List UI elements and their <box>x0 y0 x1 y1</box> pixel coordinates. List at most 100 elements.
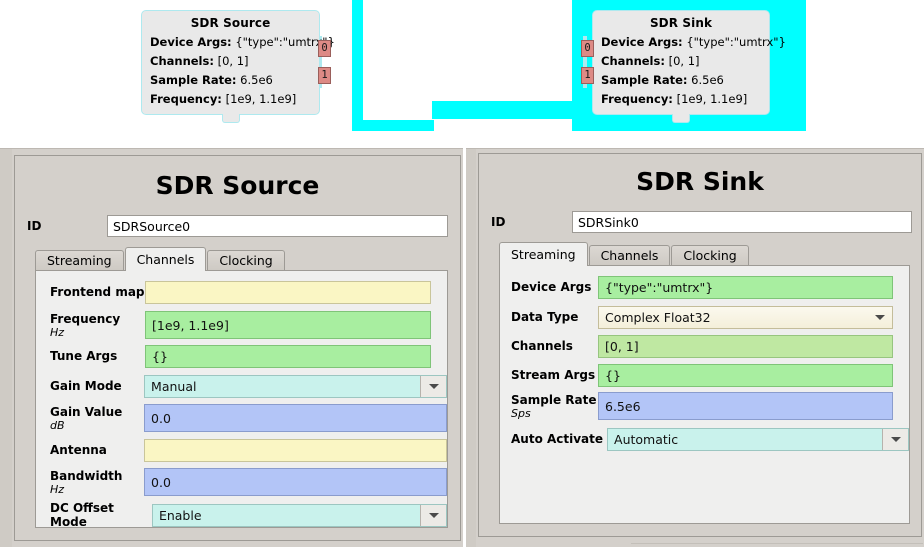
chevron-down-icon[interactable] <box>882 429 908 450</box>
source-id-input[interactable] <box>107 215 448 237</box>
source-id-label: ID <box>15 219 107 233</box>
property-input-frequency[interactable]: [1e9, 1.1e9] <box>145 311 431 339</box>
property-select-gain-mode[interactable]: Manual <box>144 375 447 398</box>
property-input-sample-rate[interactable]: 6.5e6 <box>598 392 893 420</box>
source-output-port-1[interactable]: 1 <box>318 67 331 84</box>
property-row-bandwidth: Bandwidth Hz 0.0 <box>36 468 447 496</box>
property-label-text: Gain Value <box>50 405 122 419</box>
tab-streaming[interactable]: Streaming <box>35 250 124 271</box>
property-select-dc-offset-mode[interactable]: Enable <box>152 504 447 527</box>
source-dialog-title: SDR Source <box>15 171 460 200</box>
property-input-frontend-map[interactable] <box>145 281 431 304</box>
block-param-row: Frequency: [1e9, 1.1e9] <box>150 90 311 109</box>
block-param-key: Frequency: <box>150 92 222 106</box>
block-param-row: Sample Rate: 6.5e6 <box>150 71 311 90</box>
property-row-stream-args: Stream Args {} <box>500 363 909 387</box>
block-param-value: [1e9, 1.1e9] <box>226 92 297 106</box>
block-param-key: Device Args: <box>601 35 683 49</box>
property-label: Antenna <box>36 443 144 457</box>
property-input-stream-args[interactable]: {} <box>598 364 893 387</box>
property-input-gain-value[interactable]: 0.0 <box>144 404 447 432</box>
app-root: SDR Source Device Args: {"type":"umtrx"}… <box>0 0 924 547</box>
sink-id-row: ID <box>479 210 923 234</box>
source-output-port-0[interactable]: 0 <box>318 40 331 57</box>
block-param-key: Device Args: <box>150 35 232 49</box>
sdr-sink-properties-dialog: SDR Sink ID Streaming Channels Clocking … <box>466 148 924 547</box>
sink-dialog-frame: SDR Sink ID Streaming Channels Clocking … <box>478 153 922 537</box>
property-select-data-type[interactable]: Complex Float32 <box>598 306 893 329</box>
property-select-value: Manual <box>151 379 196 394</box>
property-label-text: Bandwidth <box>50 469 122 483</box>
flowgraph-canvas[interactable]: SDR Source Device Args: {"type":"umtrx"}… <box>0 0 924 148</box>
property-select-value: Automatic <box>614 432 678 447</box>
property-input-bandwidth[interactable]: 0.0 <box>144 468 447 496</box>
property-row-channels: Channels [0, 1] <box>500 334 909 358</box>
block-param-key: Channels: <box>150 54 214 68</box>
chevron-down-icon[interactable] <box>420 376 446 397</box>
connection-wire-lower-horizontal[interactable] <box>352 120 434 131</box>
flowgraph-block-sdr-source[interactable]: SDR Source Device Args: {"type":"umtrx"}… <box>141 10 320 115</box>
property-label: Data Type <box>500 310 598 324</box>
property-row-sample-rate: Sample Rate Sps 6.5e6 <box>500 392 909 420</box>
tab-channels[interactable]: Channels <box>589 245 671 266</box>
block-param-row: Frequency: [1e9, 1.1e9] <box>601 90 761 109</box>
tab-channels[interactable]: Channels <box>125 247 207 271</box>
sdr-source-properties-dialog: SDR Source ID Streaming Channels Clockin… <box>0 148 463 547</box>
block-param-key: Channels: <box>601 54 665 68</box>
property-row-dc-offset-mode: DC Offset Mode Enable <box>36 503 447 527</box>
property-label: Stream Args <box>500 368 598 382</box>
property-label: Frequency Hz <box>36 312 145 339</box>
source-block-handle[interactable] <box>222 114 240 123</box>
property-label-text: Frequency <box>50 312 120 326</box>
property-select-auto-activate[interactable]: Automatic <box>607 428 909 451</box>
tab-clocking[interactable]: Clocking <box>671 245 748 266</box>
connection-wire-vertical[interactable] <box>352 0 363 131</box>
source-tabbar[interactable]: Streaming Channels Clocking <box>35 247 286 271</box>
property-input-device-args[interactable]: {"type":"umtrx"} <box>598 276 893 299</box>
property-label: Sample Rate Sps <box>500 393 598 420</box>
chevron-down-icon[interactable] <box>867 307 892 328</box>
property-unit: dB <box>50 419 144 432</box>
block-param-row: Device Args: {"type":"umtrx"} <box>601 33 761 52</box>
chevron-down-icon[interactable] <box>420 505 446 526</box>
property-row-tune-args: Tune Args {} <box>36 344 447 368</box>
property-input-antenna[interactable] <box>144 439 447 462</box>
block-param-value: 6.5e6 <box>240 73 273 87</box>
connection-wire-upper-horizontal[interactable] <box>432 101 592 119</box>
source-tab-pane-channels: Frontend map Frequency Hz [1e9, 1.1e9] T… <box>35 270 448 528</box>
sink-id-input[interactable] <box>572 211 912 233</box>
source-dialog-frame: SDR Source ID Streaming Channels Clockin… <box>14 155 461 541</box>
property-row-gain-mode: Gain Mode Manual <box>36 374 447 398</box>
property-row-frequency: Frequency Hz [1e9, 1.1e9] <box>36 311 447 339</box>
property-input-channels[interactable]: [0, 1] <box>598 335 893 358</box>
block-param-row: Device Args: {"type":"umtrx"} <box>150 33 311 52</box>
property-label-text: Sample Rate <box>511 393 596 407</box>
sink-input-port-1[interactable]: 1 <box>581 67 594 84</box>
sink-block-handle[interactable] <box>672 114 690 123</box>
property-select-value: Complex Float32 <box>605 310 711 325</box>
property-label: Frontend map <box>36 285 145 299</box>
property-row-frontend-map: Frontend map <box>36 280 447 304</box>
property-label: DC Offset Mode <box>36 501 152 529</box>
property-unit: Sps <box>511 407 598 420</box>
property-row-antenna: Antenna <box>36 438 447 462</box>
sink-dialog-bottom-separator <box>631 543 923 544</box>
property-unit: Hz <box>50 326 145 339</box>
property-label: Gain Value dB <box>36 405 144 432</box>
block-title: SDR Source <box>150 16 311 30</box>
property-label: Channels <box>500 339 598 353</box>
property-label: Gain Mode <box>36 379 144 393</box>
block-param-value: 6.5e6 <box>691 73 724 87</box>
tab-clocking[interactable]: Clocking <box>207 250 284 271</box>
sink-dialog-left-sliver <box>466 149 476 547</box>
sink-input-port-0[interactable]: 0 <box>581 40 594 57</box>
property-select-value: Enable <box>159 508 202 523</box>
flowgraph-block-sdr-sink[interactable]: SDR Sink Device Args: {"type":"umtrx"} C… <box>592 10 770 115</box>
source-id-row: ID <box>15 214 462 238</box>
tab-streaming[interactable]: Streaming <box>499 242 588 266</box>
property-unit: Hz <box>50 483 144 496</box>
sink-tabbar[interactable]: Streaming Channels Clocking <box>499 242 750 266</box>
block-param-value: [1e9, 1.1e9] <box>677 92 748 106</box>
property-row-gain-value: Gain Value dB 0.0 <box>36 404 447 432</box>
property-input-tune-args[interactable]: {} <box>145 345 431 368</box>
